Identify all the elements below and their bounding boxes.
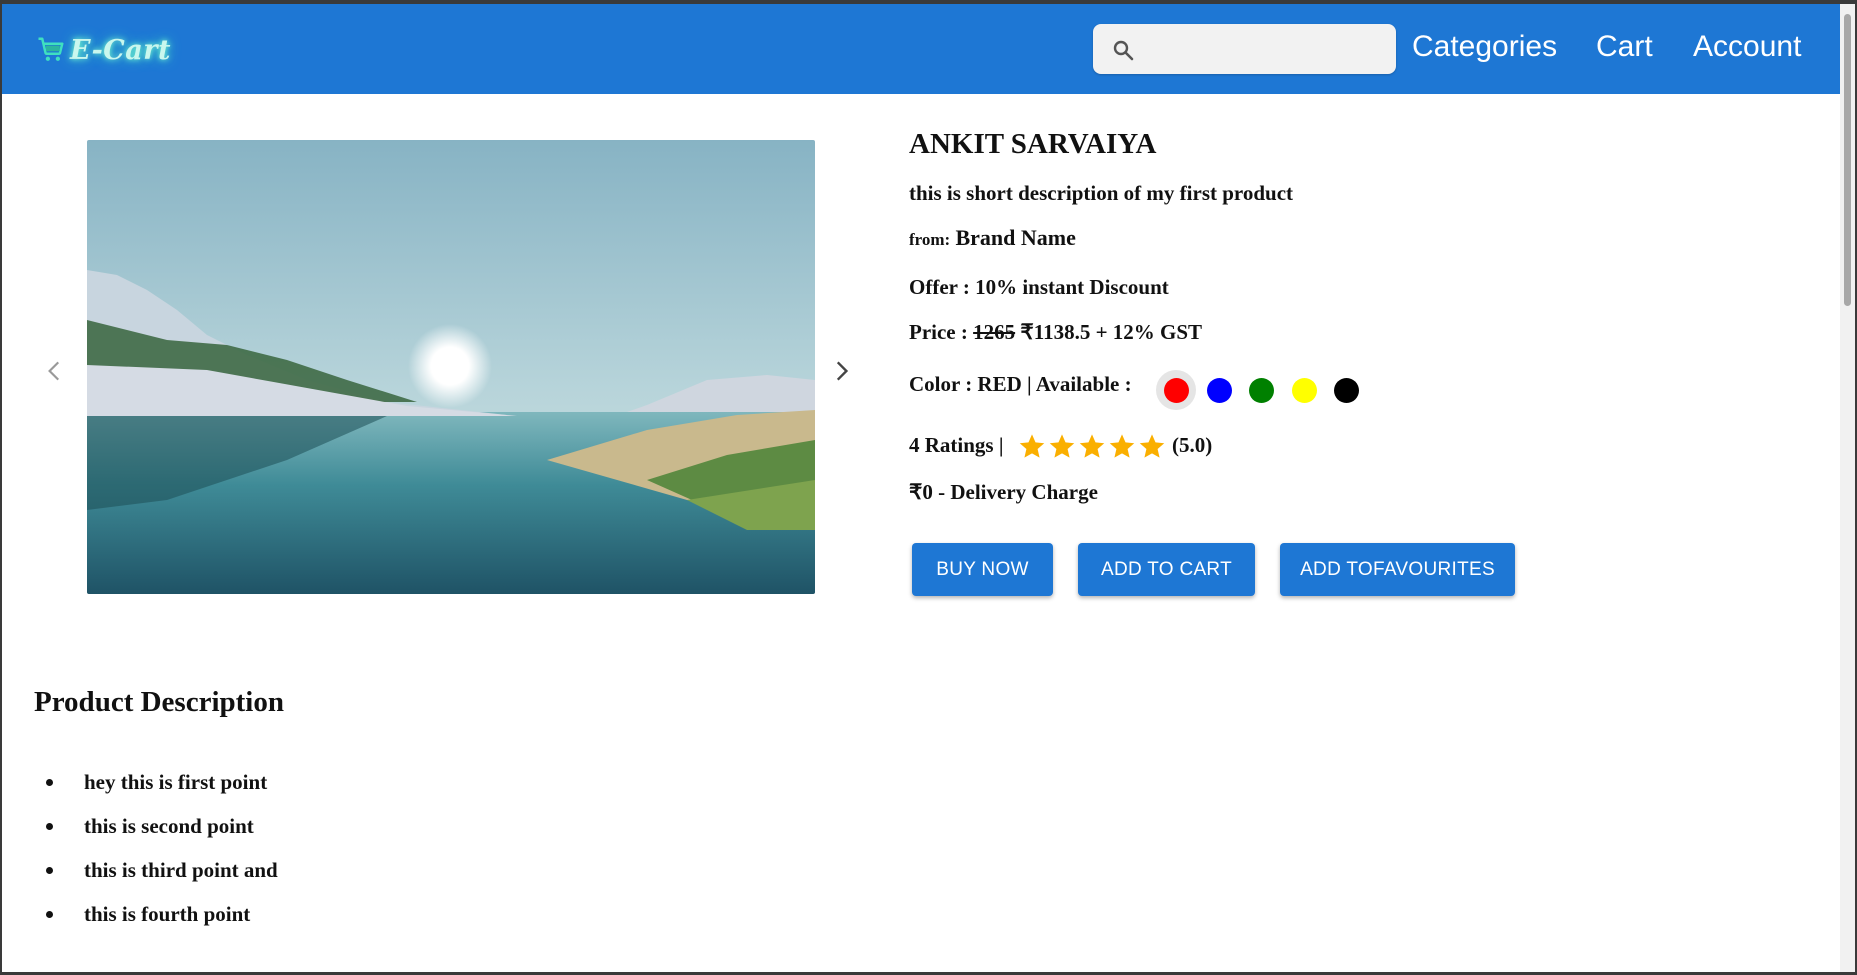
logo-text: E-Cart	[70, 34, 171, 66]
color-swatch[interactable]	[1164, 378, 1189, 403]
delivery-charge: ₹0 - Delivery Charge	[909, 480, 1098, 504]
brand-name: Brand Name	[955, 225, 1076, 250]
logo[interactable]: E-Cart	[36, 32, 171, 68]
description-title: Product Description	[34, 686, 284, 718]
list-item: hey this is first point	[36, 770, 278, 814]
rating-stars	[1018, 432, 1166, 460]
description-list: hey this is first point this is second p…	[36, 770, 278, 946]
star-icon	[1049, 434, 1075, 458]
search-box[interactable]	[1093, 24, 1396, 74]
discounted-price: ₹1138.5	[1020, 320, 1091, 344]
list-item: this is third point and	[36, 858, 278, 902]
add-to-cart-button[interactable]: ADD TO CART	[1078, 543, 1255, 596]
bullet-icon	[46, 779, 53, 786]
nav-categories[interactable]: Categories	[1412, 30, 1557, 64]
search-icon	[1113, 40, 1134, 61]
star-icon	[1079, 434, 1105, 458]
offer-text: Offer : 10% instant Discount	[909, 275, 1169, 299]
list-item-text: this is second point	[84, 814, 254, 838]
bullet-icon	[46, 823, 53, 830]
buy-now-button[interactable]: BUY NOW	[912, 543, 1053, 596]
price-row: Price : 1265 ₹1138.5 + 12% GST	[909, 320, 1202, 345]
original-price: 1265	[973, 320, 1016, 344]
short-description: this is short description of my first pr…	[909, 181, 1294, 205]
list-item: this is fourth point	[36, 902, 278, 946]
product-image	[87, 140, 815, 594]
list-item-text: this is third point and	[84, 858, 278, 882]
star-icon	[1019, 434, 1045, 458]
price-label: Price :	[909, 320, 968, 344]
product-name: ANKIT SARVAIYA	[909, 128, 1157, 160]
list-item-text: hey this is first point	[84, 770, 268, 794]
bullet-icon	[46, 911, 53, 918]
tax-text: + 12% GST	[1095, 320, 1203, 344]
chevron-left-icon[interactable]	[42, 358, 68, 384]
list-item: this is second point	[36, 814, 278, 858]
scrollbar-thumb[interactable]	[1844, 14, 1851, 306]
landscape-image	[87, 140, 815, 594]
vertical-scrollbar[interactable]	[1840, 4, 1855, 972]
shopping-cart-icon	[38, 37, 64, 61]
browser-viewport: E-Cart Categories Cart Account ANKIT SAR…	[2, 4, 1855, 972]
chevron-right-icon[interactable]	[828, 358, 854, 384]
search-input[interactable]	[1147, 32, 1386, 68]
star-icon	[1139, 434, 1165, 458]
nav-cart[interactable]: Cart	[1596, 30, 1653, 64]
color-swatch[interactable]	[1206, 378, 1232, 403]
brand-row: from: Brand Name	[909, 225, 1076, 251]
add-to-favourites-button[interactable]: ADD TOFAVOURITES	[1280, 543, 1515, 596]
color-swatch[interactable]	[1249, 378, 1274, 403]
color-swatch[interactable]	[1334, 378, 1359, 403]
bullet-icon	[46, 867, 53, 874]
color-label: Color : RED | Available :	[909, 372, 1132, 396]
color-swatch[interactable]	[1291, 378, 1317, 403]
ratings-label: 4 Ratings |	[909, 433, 1004, 457]
list-item-text: this is fourth point	[84, 902, 251, 926]
nav-account[interactable]: Account	[1693, 30, 1801, 64]
from-label: from:	[909, 230, 951, 249]
rating-text: (5.0)	[1172, 433, 1213, 457]
star-icon	[1109, 434, 1135, 458]
app-bar: E-Cart Categories Cart Account	[2, 4, 1840, 94]
